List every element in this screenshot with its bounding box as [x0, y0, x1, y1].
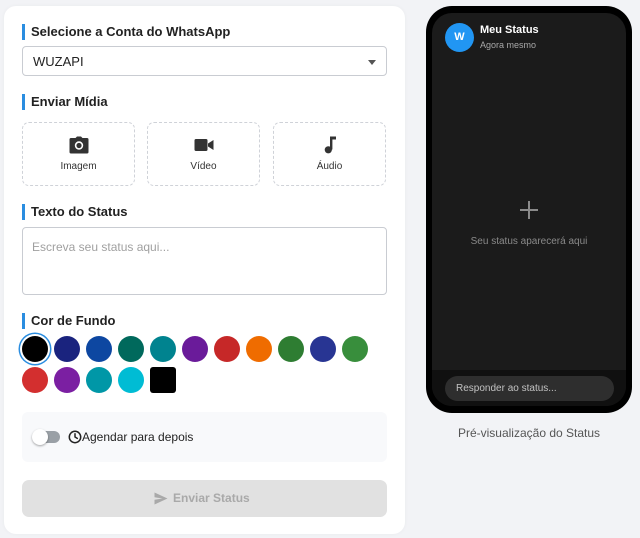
send-status-button[interactable]: Enviar Status — [22, 480, 387, 517]
reply-input[interactable] — [445, 376, 614, 401]
preview-status-time: Agora mesmo — [480, 40, 537, 50]
background-color-section-title: Cor de Fundo — [22, 313, 116, 329]
audio-media-button[interactable]: Áudio — [273, 122, 386, 186]
color-swatch[interactable] — [182, 336, 208, 362]
color-swatch[interactable] — [22, 367, 48, 393]
video-icon — [194, 139, 213, 151]
audio-media-label: Áudio — [316, 161, 343, 172]
status-text-input[interactable] — [22, 227, 387, 295]
image-media-button[interactable]: Imagem — [22, 122, 135, 186]
clock-icon — [68, 430, 82, 444]
color-swatch[interactable] — [86, 367, 112, 393]
status-form-panel: Selecione a Conta do WhatsApp WUZAPI Env… — [4, 6, 405, 534]
status-text-section-title: Texto do Status — [22, 204, 128, 220]
video-media-label: Vídeo — [190, 161, 217, 172]
phone-screen: W Meu Status Agora mesmo Seu status apar… — [432, 13, 626, 406]
preview-empty-text: Seu status aparecerá aqui — [470, 236, 588, 247]
schedule-box: Agendar para depois — [22, 412, 387, 462]
color-swatch[interactable] — [54, 336, 80, 362]
camera-icon — [69, 136, 88, 154]
color-swatch[interactable] — [278, 336, 304, 362]
account-section-title: Selecione a Conta do WhatsApp — [22, 24, 230, 40]
image-media-label: Imagem — [60, 161, 97, 172]
account-select-value: WUZAPI — [33, 54, 84, 69]
plus-icon — [520, 201, 538, 219]
send-icon — [154, 492, 168, 505]
chevron-down-icon — [368, 60, 376, 65]
color-swatch[interactable] — [150, 367, 176, 393]
color-swatch[interactable] — [86, 336, 112, 362]
color-swatch[interactable] — [246, 336, 272, 362]
color-swatch[interactable] — [118, 367, 144, 393]
phone-preview: W Meu Status Agora mesmo Seu status apar… — [426, 6, 632, 413]
schedule-toggle-knob — [32, 429, 48, 445]
color-swatch[interactable] — [54, 367, 80, 393]
preview-caption: Pré-visualização do Status — [457, 426, 601, 440]
color-swatch[interactable] — [150, 336, 176, 362]
schedule-toggle[interactable] — [32, 429, 60, 445]
music-note-icon — [324, 136, 336, 154]
avatar: W — [445, 23, 474, 52]
color-swatch[interactable] — [22, 336, 48, 362]
video-media-button[interactable]: Vídeo — [147, 122, 260, 186]
color-swatch[interactable] — [214, 336, 240, 362]
color-swatch[interactable] — [310, 336, 336, 362]
media-section-title: Enviar Mídia — [22, 94, 108, 110]
send-status-label: Enviar Status — [173, 491, 250, 505]
reply-bar — [432, 370, 626, 406]
preview-status-title: Meu Status — [480, 24, 539, 36]
color-swatch[interactable] — [342, 336, 368, 362]
color-swatch[interactable] — [118, 336, 144, 362]
schedule-label: Agendar para depois — [82, 430, 194, 444]
account-select[interactable]: WUZAPI — [22, 46, 387, 76]
